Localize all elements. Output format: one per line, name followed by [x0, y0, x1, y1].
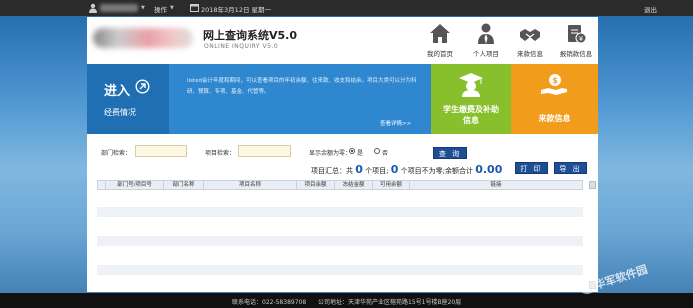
user-icon[interactable] — [88, 3, 98, 13]
enter-label: 进入 — [104, 84, 131, 99]
operate-menu[interactable]: 操作 — [154, 4, 167, 14]
show-zero-no-radio[interactable] — [374, 148, 380, 154]
top-bar: ▼ 操作 ▼ 2018年3月12日 星期一 退出 — [0, 0, 693, 16]
home-icon — [430, 24, 450, 43]
table-row — [97, 207, 583, 217]
user-name-blurred[interactable] — [100, 4, 138, 12]
funds-overview-entry[interactable]: 进入 经费情况 — [87, 64, 169, 134]
summary-prefix: 项目汇总：共 — [311, 167, 353, 175]
svg-text:$: $ — [552, 76, 558, 85]
dept-search-label: 部门检索： — [101, 150, 132, 157]
table-row — [97, 221, 583, 231]
handshake-icon — [520, 29, 540, 41]
col-project-name[interactable]: 项目名称 — [204, 181, 297, 189]
show-zero-yes-label: 是 — [357, 150, 364, 157]
nav-reimbursement-label: 报销款信息 — [559, 50, 593, 58]
funds-description: listed会计年度和期间，可以查看项目的年初余额、往来款、收支和结余。项目大类… — [187, 78, 417, 95]
logo-blurred — [93, 28, 193, 48]
user-dropdown-caret-icon[interactable]: ▼ — [141, 5, 145, 11]
view-details-link[interactable]: 查看详情>> — [380, 119, 411, 127]
summary-nonzero-count: 0 — [390, 163, 399, 176]
table-row — [97, 279, 583, 289]
banner: 进入 经费情况 listed会计年度和期间，可以查看项目的年初余额、往来款、收支… — [87, 64, 598, 134]
footer: 联系电话：022-58389708 公司地址：天津华苑产业区榕苑路15号1号楼B… — [0, 293, 693, 308]
table-row — [97, 265, 583, 275]
nav-home-label: 我的首页 — [427, 50, 453, 58]
nav-incoming-funds[interactable]: 来款信息 — [508, 20, 552, 62]
operate-dropdown-caret-icon[interactable]: ▼ — [170, 5, 174, 11]
dept-search-input[interactable] — [135, 145, 187, 157]
table-header: 部门号/项目号 部门名称 项目名称 项目余额 冻结金额 可用余额 链接 — [97, 180, 583, 190]
student-payment-tile[interactable]: 学生缴费及补助信息 — [431, 64, 511, 134]
system-subtitle: ONLINE INQUIRY V5.0 — [204, 43, 279, 50]
funds-overview-label: 经费情况 — [104, 108, 136, 117]
arrow-circle-icon — [135, 79, 150, 94]
show-zero-yes-radio[interactable] — [349, 148, 355, 154]
person-icon — [478, 23, 494, 44]
show-zero-no-label: 否 — [382, 150, 389, 157]
project-search-input[interactable] — [238, 145, 291, 157]
footer-address: 公司地址：天津华苑产业区榕苑路15号1号楼B座20层 — [318, 299, 462, 306]
system-title: 网上查询系统V5.0 — [203, 29, 297, 42]
project-search-label: 项目检索： — [205, 150, 236, 157]
table-row — [97, 236, 583, 246]
show-zero-balance-label: 显示余额为零： — [309, 150, 352, 157]
table-row — [97, 192, 583, 202]
print-button[interactable]: 打 印 — [515, 162, 548, 174]
select-all-checkbox[interactable] — [98, 181, 106, 189]
col-project-balance[interactable]: 项目余额 — [297, 181, 335, 189]
calendar-icon — [190, 4, 199, 12]
query-button[interactable]: 查 询 — [433, 147, 467, 159]
col-frozen-amount[interactable]: 冻结金额 — [335, 181, 373, 189]
nav-personal-project[interactable]: 个人项目 — [464, 20, 508, 62]
col-dept-project-no[interactable]: 部门号/项目号 — [106, 181, 164, 189]
main-panel: 网上查询系统V5.0 ONLINE INQUIRY V5.0 我的首页 个人项目… — [87, 17, 598, 292]
footer-phone: 联系电话：022-58389708 — [232, 299, 307, 306]
scroll-up-button[interactable] — [589, 181, 596, 189]
summary-project-count: 0 — [355, 163, 363, 176]
table-row — [97, 250, 583, 260]
summary-mid2: 个项目不为零;余额合计 — [400, 167, 473, 175]
incoming-funds-tile[interactable]: $ 来款信息 — [511, 64, 598, 134]
col-link[interactable]: 链接 — [410, 181, 582, 189]
nav-reimbursement[interactable]: ¥ 报销款信息 — [554, 20, 598, 62]
summary-mid: 个项目; — [365, 167, 389, 175]
logout-link[interactable]: 退出 — [644, 4, 657, 14]
svg-text:¥: ¥ — [579, 35, 584, 43]
current-date: 2018年3月12日 星期一 — [201, 6, 272, 14]
student-payment-label: 学生缴费及补助信息 — [443, 105, 499, 125]
receipt-icon: ¥ — [568, 25, 587, 44]
nav-incoming-funds-label: 来款信息 — [517, 50, 543, 58]
summary-total-balance: 0.00 — [475, 163, 503, 176]
incoming-funds-label: 来款信息 — [538, 114, 571, 123]
nav-home[interactable]: 我的首页 — [418, 20, 462, 62]
export-button[interactable]: 导 出 — [554, 162, 587, 174]
money-hand-icon: $ — [541, 74, 567, 95]
graduate-icon — [459, 73, 483, 97]
col-available-balance[interactable]: 可用余额 — [373, 181, 410, 189]
project-summary: 项目汇总：共 0 个项目; 0 个项目不为零;余额合计 0.00 — [311, 163, 502, 176]
col-dept-name[interactable]: 部门名称 — [164, 181, 204, 189]
nav-personal-project-label: 个人项目 — [473, 50, 499, 58]
funds-overview-panel[interactable]: 进入 经费情况 listed会计年度和期间，可以查看项目的年初余额、往来款、收支… — [87, 64, 431, 134]
header: 网上查询系统V5.0 ONLINE INQUIRY V5.0 我的首页 个人项目… — [87, 17, 598, 64]
